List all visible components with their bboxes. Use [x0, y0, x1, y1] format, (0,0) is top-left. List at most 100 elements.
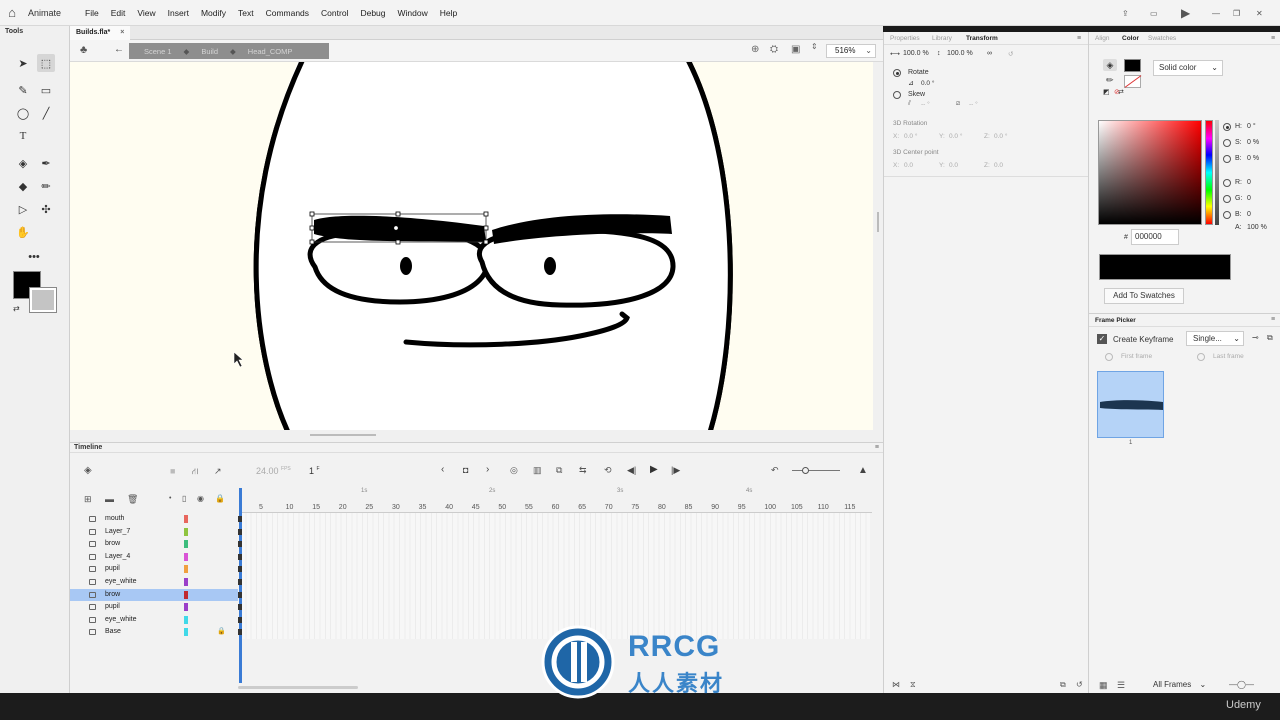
- scroll-thumb[interactable]: [877, 212, 879, 232]
- hand-tool-icon[interactable]: ✋: [14, 223, 32, 241]
- panel-menu-icon[interactable]: ≡: [875, 444, 879, 451]
- layer-color-swatch[interactable]: [184, 540, 188, 549]
- stroke-color-swatch[interactable]: [29, 287, 57, 313]
- timeline-scrollbar[interactable]: [238, 686, 358, 689]
- oval-tool-icon[interactable]: ◯: [14, 104, 32, 122]
- add-to-swatches-button[interactable]: Add To Swatches: [1104, 288, 1184, 304]
- undo-zoom-icon[interactable]: ↶: [771, 465, 779, 476]
- insert-keyframe-icon[interactable]: ◘: [463, 465, 468, 475]
- layer-parenting-icon[interactable]: ⛙: [192, 466, 198, 478]
- menu-edit[interactable]: Edit: [105, 8, 132, 18]
- r-value[interactable]: 0: [1247, 179, 1251, 186]
- center-frame-icon[interactable]: ⇆: [579, 465, 587, 476]
- pencil-icon[interactable]: ✏: [37, 177, 55, 195]
- menu-modify[interactable]: Modify: [195, 8, 232, 18]
- rotate-stage-icon[interactable]: ⇕: [811, 42, 818, 51]
- free-transform-tool-icon[interactable]: ⬚: [37, 54, 55, 72]
- layer-color-swatch[interactable]: [184, 578, 188, 586]
- layer-color-swatch[interactable]: [184, 590, 188, 599]
- scale-width-value[interactable]: 100.0 %: [903, 50, 929, 57]
- tab-library[interactable]: Library: [932, 35, 952, 42]
- scroll-thumb[interactable]: [310, 434, 376, 436]
- flip-vertical-icon[interactable]: ⧖: [910, 680, 916, 690]
- puppet-warp-icon[interactable]: ✣: [37, 200, 55, 218]
- timeline-zoom-slider[interactable]: [792, 470, 840, 471]
- layer-color-swatch[interactable]: [184, 527, 188, 536]
- left-pupil[interactable]: [400, 257, 412, 275]
- right-pupil[interactable]: [544, 257, 556, 275]
- tab-properties[interactable]: Properties: [890, 35, 920, 42]
- layer-row[interactable]: Layer_4: [70, 551, 242, 564]
- zoom-select[interactable]: 516% ⌄: [826, 44, 876, 58]
- rotate-radio[interactable]: [893, 69, 901, 77]
- brush-tool-icon[interactable]: ✎: [14, 81, 32, 99]
- frame-thumbnail[interactable]: [1097, 371, 1164, 438]
- edit-symbols-icon[interactable]: ⛭: [770, 44, 778, 55]
- layer-color-swatch[interactable]: [184, 565, 188, 574]
- scale-height-value[interactable]: 100.0 %: [947, 50, 973, 57]
- home-icon[interactable]: ⌂: [0, 0, 24, 26]
- edit-scene-icon[interactable]: ♣: [80, 44, 87, 56]
- center3d-x[interactable]: 0.0: [904, 162, 913, 169]
- close-window-icon[interactable]: ✕: [1256, 0, 1263, 26]
- lock-icon[interactable]: 🔒: [217, 626, 226, 639]
- tab-transform[interactable]: Transform: [966, 35, 998, 42]
- layer-row[interactable]: mouth: [70, 513, 242, 526]
- breadcrumb-build[interactable]: Build: [195, 47, 224, 56]
- back-arrow-icon[interactable]: ←: [114, 44, 124, 55]
- saturation-radio[interactable]: [1223, 139, 1231, 147]
- s-value[interactable]: 0 %: [1247, 139, 1259, 146]
- loop-icon[interactable]: ⟲: [604, 465, 612, 476]
- clip-content-icon[interactable]: ▣: [791, 44, 800, 55]
- frame-mode-select[interactable]: Single... ⌄: [1186, 331, 1244, 346]
- rotation3d-y[interactable]: 0.0 °: [949, 133, 962, 140]
- pin-icon[interactable]: ⊸: [1252, 333, 1259, 342]
- duplicate-icon[interactable]: ⧉: [1267, 333, 1273, 343]
- zoom-mountain-icon[interactable]: ▲: [858, 465, 868, 476]
- layer-row[interactable]: pupil: [70, 563, 242, 576]
- lock-all-icon[interactable]: 🔒: [215, 494, 225, 503]
- subselection-tool-icon[interactable]: ▷: [14, 200, 32, 218]
- prev-keyframe-icon[interactable]: ‹: [441, 464, 444, 475]
- share-icon[interactable]: ⇪: [1122, 0, 1129, 26]
- camera-icon[interactable]: ■: [170, 466, 175, 476]
- default-colors-icon[interactable]: ◩: [1103, 88, 1110, 96]
- play-icon[interactable]: ▶: [650, 464, 658, 475]
- layer-row[interactable]: brow: [70, 588, 242, 602]
- menu-commands[interactable]: Commands: [260, 8, 315, 18]
- rotation3d-z[interactable]: 0.0 °: [994, 133, 1007, 140]
- red-radio[interactable]: [1223, 179, 1231, 187]
- layers-icon[interactable]: ◈: [84, 465, 92, 476]
- create-keyframe-checkbox[interactable]: ✓: [1097, 334, 1107, 344]
- more-tools-icon[interactable]: •••: [25, 248, 43, 266]
- menu-window[interactable]: Window: [392, 8, 434, 18]
- timeline-zoom-handle[interactable]: [802, 467, 809, 474]
- keyframe-marker[interactable]: [238, 541, 242, 548]
- edit-multiple-frames-icon[interactable]: ⧉: [556, 465, 562, 476]
- frame-view-icon[interactable]: ▥: [533, 465, 542, 476]
- first-frame-radio[interactable]: [1105, 353, 1113, 361]
- list-view-icon[interactable]: ☰: [1117, 680, 1125, 691]
- transform-handle[interactable]: [309, 211, 315, 217]
- skew-h-value[interactable]: -- °: [921, 101, 930, 108]
- skew-v-value[interactable]: -- °: [969, 101, 978, 108]
- menu-debug[interactable]: Debug: [354, 8, 391, 18]
- layer-row[interactable]: pupil: [70, 601, 242, 614]
- new-folder-icon[interactable]: ▬: [105, 494, 114, 504]
- transform-handle[interactable]: [395, 239, 401, 245]
- menu-help[interactable]: Help: [434, 8, 463, 18]
- rotation3d-x[interactable]: 0.0 °: [904, 133, 917, 140]
- keyframe-marker[interactable]: [238, 616, 242, 623]
- alpha-value[interactable]: 100 %: [1247, 224, 1267, 231]
- visibility-icon[interactable]: ◉: [197, 494, 204, 503]
- keyframe-marker[interactable]: [238, 516, 242, 522]
- layer-row[interactable]: eye_white: [70, 576, 242, 589]
- layer-row[interactable]: brow: [70, 538, 242, 551]
- duplicate-transform-icon[interactable]: ⧉: [1060, 680, 1066, 690]
- rotate-value[interactable]: 0.0 °: [921, 80, 934, 87]
- selection-tool-icon[interactable]: ➤: [14, 54, 32, 72]
- breadcrumb-scene[interactable]: Scene 1: [129, 47, 178, 56]
- highlight-icon[interactable]: •: [169, 495, 171, 502]
- filter-select[interactable]: All Frames ⌄: [1153, 680, 1206, 689]
- menu-control[interactable]: Control: [315, 8, 354, 18]
